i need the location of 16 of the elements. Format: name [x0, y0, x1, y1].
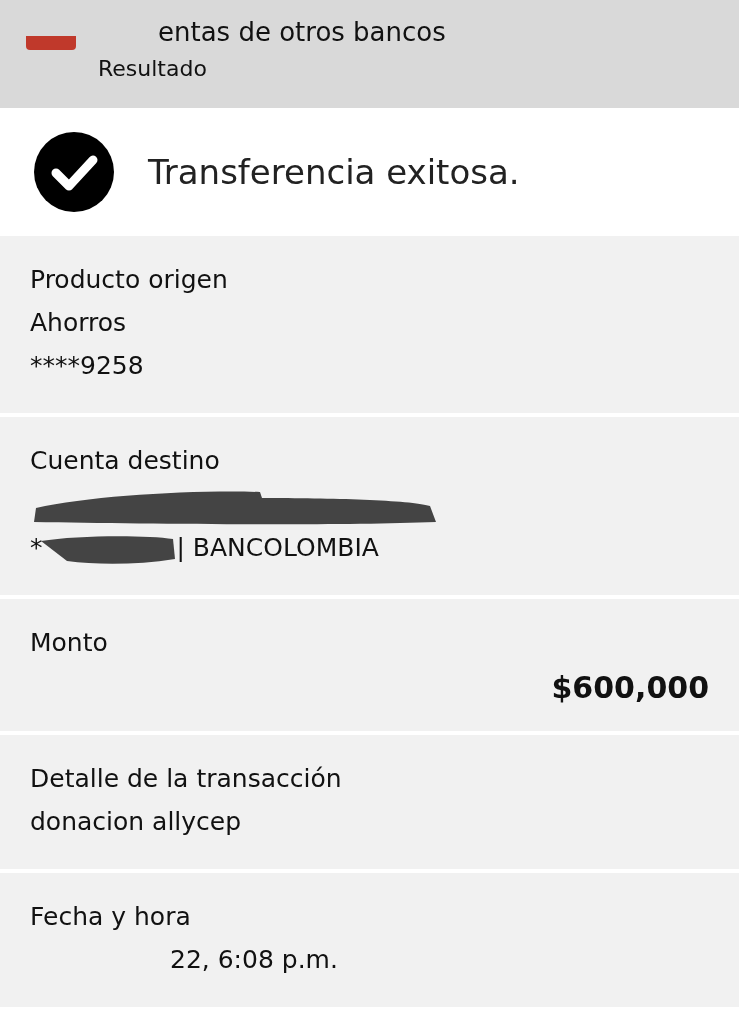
- field-value: donacion allycep: [30, 806, 243, 838]
- field-label: Producto origen: [30, 264, 229, 296]
- field-label: Monto: [30, 627, 109, 659]
- field-value: ****9258: [30, 350, 145, 382]
- header-subtitle: Resultado: [98, 55, 208, 83]
- field-value: *: [30, 532, 43, 564]
- field-value: 22, 6:08 p.m.: [169, 944, 339, 976]
- check-circle-icon: [34, 132, 114, 212]
- field-value: Ahorros: [30, 307, 128, 339]
- field-label: Fecha y hora: [30, 901, 192, 933]
- amount-value: $600,000: [551, 670, 709, 705]
- bank-name: | BANCOLOMBIA: [176, 532, 379, 564]
- header-title: entas de otros bancos: [157, 16, 446, 49]
- field-label: Detalle de la transacción: [30, 763, 343, 795]
- status-message: Transferencia exitosa.: [148, 152, 520, 192]
- field-label: Cuenta destino: [30, 445, 221, 477]
